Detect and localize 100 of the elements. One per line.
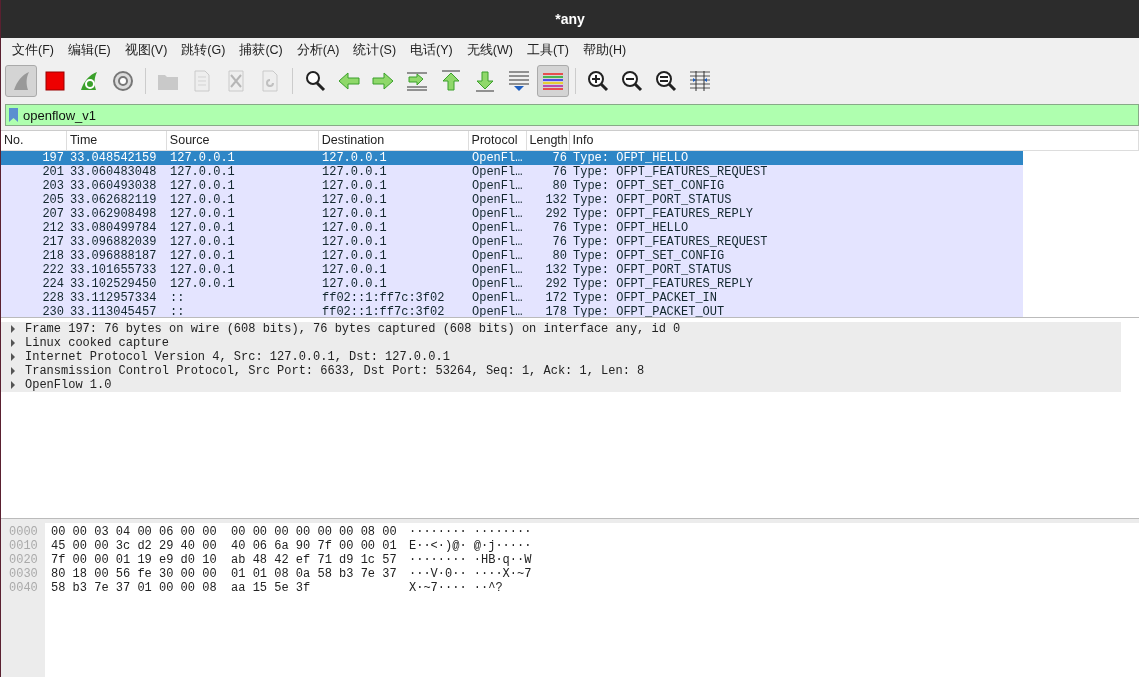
column-header[interactable]: Time	[66, 131, 167, 150]
menu-item[interactable]: 统计(S)	[346, 41, 404, 59]
packet-row[interactable]: 205 33.062682119 127.0.0.1 127.0.0.1 OpenFl… 132 Type: OFPT_PORT_STATUS	[1, 193, 1023, 207]
table-cell-text: 127.0.0.1	[169, 249, 236, 263]
packet-row[interactable]: 203 33.060493038 127.0.0.1 127.0.0.1 OpenFl… 80 Type: OFPT_SET_CONFIG	[1, 179, 1023, 193]
packet-row[interactable]: 217 33.096882039 127.0.0.1 127.0.0.1 OpenFl… 76 Type: OFPT_FEATURES_REQUEST	[1, 235, 1023, 249]
bookmark-icon[interactable]	[8, 107, 19, 123]
menu-item[interactable]: 分析(A)	[289, 41, 347, 59]
expand-arrow-icon[interactable]	[11, 381, 15, 389]
stop-icon	[43, 69, 67, 93]
column-header[interactable]: Info	[569, 131, 1139, 150]
table-cell-text: 178	[544, 305, 568, 317]
packet-row[interactable]: 224 33.102529450 127.0.0.1 127.0.0.1 OpenFl… 292 Type: OFPT_FEATURES_REPLY	[1, 277, 1023, 291]
table-cell-text: 33.062908498	[69, 207, 158, 221]
packet-row[interactable]: 230 33.113045457 :: ff02::1:ff7c:3f02 OpenFl… 178 Type: OFPT_PACKET_OUT	[1, 305, 1023, 317]
table-cell-text: OpenFl…	[471, 165, 524, 179]
table-cell-text: 80	[551, 179, 568, 193]
down-arrow-icon	[473, 69, 497, 93]
packet-row[interactable]: 218 33.096888187 127.0.0.1 127.0.0.1 OpenFl… 80 Type: OFPT_SET_CONFIG	[1, 249, 1023, 263]
offset-label: 0020	[9, 553, 38, 567]
hex-bytes: 00 00 03 04 00 06 00 00 00 00 00 00 00 00 08 00	[51, 525, 398, 539]
resize-columns-icon	[688, 69, 712, 93]
hex-bytes: 45 00 00 3c d2 29 40 00 40 06 6a 90 7f 00 00 01	[51, 539, 398, 553]
packet-row[interactable]: 228 33.112957334 :: ff02::1:ff7c:3f02 OpenFl… 172 Type: OFPT_PACKET_IN	[1, 291, 1023, 305]
table-cell-text: 33.112957334	[69, 291, 158, 305]
table-cell-text: 127.0.0.1	[321, 221, 388, 235]
table-cell-text: 127.0.0.1	[169, 151, 236, 165]
menu-item[interactable]: 视图(V)	[117, 41, 175, 59]
tree-item[interactable]: OpenFlow 1.0	[25, 378, 112, 392]
menu-item[interactable]: 帮助(H)	[575, 41, 634, 59]
tree-item[interactable]: Linux cooked capture	[25, 336, 170, 350]
table-cell-text: Type: OFPT_SET_CONFIG	[572, 179, 726, 193]
packet-row[interactable]: 222 33.101655733 127.0.0.1 127.0.0.1 OpenFl… 132 Type: OFPT_PORT_STATUS	[1, 263, 1023, 277]
table-cell-text: 80	[551, 249, 568, 263]
column-header[interactable]: Protocol	[468, 131, 527, 150]
table-cell-text: Type: OFPT_FEATURES_REQUEST	[572, 235, 769, 249]
menu-item[interactable]: 编辑(E)	[60, 41, 118, 59]
table-cell-text: 205	[41, 193, 65, 207]
table-cell-text: Type: OFPT_PORT_STATUS	[572, 193, 733, 207]
table-cell-text: 33.096888187	[69, 249, 158, 263]
table-cell-text: 127.0.0.1	[321, 277, 388, 291]
table-cell-text: Type: OFPT_FEATURES_REQUEST	[572, 165, 769, 179]
packet-row[interactable]: 212 33.080499784 127.0.0.1 127.0.0.1 OpenFl… 76 Type: OFPT_HELLO	[1, 221, 1023, 235]
table-cell-text: OpenFl…	[471, 221, 524, 235]
ascii-bytes: X·~7···· ··^?	[409, 581, 503, 595]
go-to-packet-icon	[405, 69, 429, 93]
table-cell-text: Type: OFPT_PACKET_OUT	[572, 305, 726, 317]
table-cell-text: 127.0.0.1	[321, 179, 388, 193]
column-header[interactable]: No.	[1, 131, 67, 150]
table-cell-text: 127.0.0.1	[321, 249, 388, 263]
table-cell-text: Type: OFPT_FEATURES_REPLY	[572, 207, 755, 221]
menu-item[interactable]: 工具(T)	[519, 41, 576, 59]
packet-row[interactable]: 207 33.062908498 127.0.0.1 127.0.0.1 OpenFl… 292 Type: OFPT_FEATURES_REPLY	[1, 207, 1023, 221]
packet-row[interactable]: 201 33.060483048 127.0.0.1 127.0.0.1 OpenFl… 76 Type: OFPT_FEATURES_REQUEST	[1, 165, 1023, 179]
table-cell-text: 127.0.0.1	[169, 165, 236, 179]
ascii-bytes: ···V·0·· ····X·~7	[409, 567, 532, 581]
column-header[interactable]: Length	[526, 131, 570, 150]
zoom-reset-icon	[654, 69, 678, 93]
table-cell-text: OpenFl…	[471, 249, 524, 263]
table-cell-text: 33.060483048	[69, 165, 158, 179]
table-cell-text: 217	[41, 235, 65, 249]
table-cell-text: 224	[41, 277, 65, 291]
table-cell-text: 33.060493038	[69, 179, 158, 193]
offset-label: 0040	[9, 581, 38, 595]
table-cell-text: 201	[41, 165, 65, 179]
hex-bytes: 7f 00 00 01 19 e9 d0 10 ab 48 42 ef 71 d9 1c 57	[51, 553, 398, 567]
table-cell-text: 230	[41, 305, 65, 317]
table-cell-text: 127.0.0.1	[169, 221, 236, 235]
table-cell-text: Type: OFPT_PORT_STATUS	[572, 263, 733, 277]
table-cell-text: 33.048542159	[69, 151, 158, 165]
offset-label: 0000	[9, 525, 38, 539]
table-cell-text: OpenFl…	[471, 263, 524, 277]
table-cell-text: 33.101655733	[69, 263, 158, 277]
menu-item[interactable]: 无线(W)	[459, 41, 520, 59]
menu-item[interactable]: 跳转(G)	[174, 41, 233, 59]
packet-row[interactable]: 197 33.048542159 127.0.0.1 127.0.0.1 OpenFl… 76 Type: OFPT_HELLO	[1, 151, 1023, 165]
display-filter-field[interactable]: openflow_v1	[5, 104, 1139, 126]
zoom-in-icon	[586, 69, 610, 93]
menu-item[interactable]: 文件(F)	[5, 41, 61, 59]
colored-lines-button[interactable]	[537, 65, 569, 97]
table-cell-text: 132	[544, 193, 568, 207]
table-cell-text: 33.080499784	[69, 221, 158, 235]
menu-item[interactable]: 捕获(C)	[232, 41, 290, 59]
search-icon	[303, 69, 327, 93]
menu-item[interactable]: 电话(Y)	[403, 41, 460, 59]
column-header[interactable]: Destination	[318, 131, 469, 150]
table-cell-text: 76	[551, 165, 568, 179]
table-cell-text: ::	[169, 305, 186, 317]
table-cell-text: OpenFl…	[471, 179, 524, 193]
table-cell-text: ::	[169, 291, 186, 305]
table-cell-text: 222	[41, 263, 65, 277]
table-cell-text: 33.113045457	[69, 305, 158, 317]
ascii-bytes: ········ ·HB·q··W	[409, 553, 532, 567]
column-header[interactable]: Source	[166, 131, 319, 150]
table-cell-text: 207	[41, 207, 65, 221]
table-cell-text: Type: OFPT_SET_CONFIG	[572, 249, 726, 263]
table-cell-text: OpenFl…	[471, 235, 524, 249]
zoom-out-icon	[620, 69, 644, 93]
gear-icon	[111, 69, 135, 93]
table-cell-text: 127.0.0.1	[169, 179, 236, 193]
